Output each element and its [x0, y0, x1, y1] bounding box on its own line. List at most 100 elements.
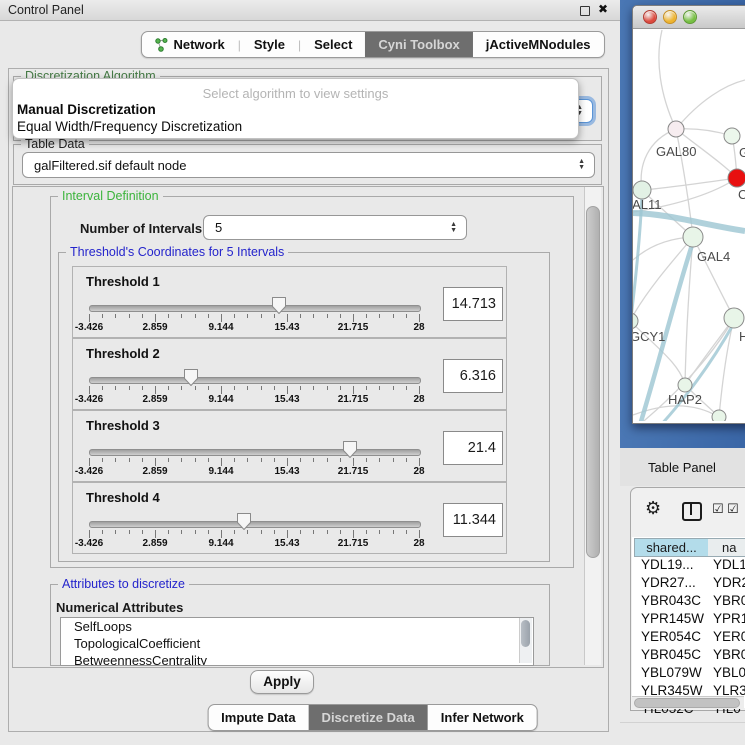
apply-button[interactable]: Apply [250, 670, 314, 694]
table-cell-shared-name[interactable]: YDR27... [641, 575, 705, 590]
dropdown-hint: Select algorithm to view settings [13, 86, 578, 101]
network-node-red-node[interactable] [728, 169, 745, 187]
table-cell-shared-name[interactable]: YBR043C [641, 593, 705, 608]
attributes-scrollbar-thumb[interactable] [521, 620, 530, 647]
network-node-GCY1[interactable] [633, 313, 638, 329]
dropdown-option[interactable]: Equal Width/Frequency Discretization [17, 119, 242, 134]
network-node-label: HAP2 [668, 392, 702, 407]
tab-cyni-toolbox[interactable]: Cyni Toolbox [365, 32, 472, 57]
tab-network[interactable]: Network [141, 32, 237, 57]
column-header-shared[interactable]: shared... [634, 538, 709, 557]
attributes-scrollbar-track[interactable] [519, 618, 532, 663]
control-panel-titlebar [0, 0, 620, 21]
gear-icon[interactable]: ⚙ [645, 498, 661, 519]
table-data-combobox[interactable]: galFiltered.sif default node ▲▼ [22, 152, 595, 178]
tab-infer-network[interactable]: Infer Network [428, 705, 537, 730]
number-of-intervals-spinner[interactable]: 5 ▲▼ [203, 215, 467, 240]
threshold-row: Threshold 3-3.4262.8599.14415.4321.71528… [72, 410, 507, 482]
float-window-icon[interactable] [580, 6, 590, 16]
network-node-node-bottom[interactable] [712, 410, 726, 421]
dropdown-option[interactable]: Manual Discretization [17, 102, 156, 117]
table-cell-name[interactable]: YBR0 [713, 647, 745, 662]
threshold-slider-thumb[interactable] [183, 368, 199, 387]
network-node-GAL80[interactable] [668, 121, 684, 137]
tab-label: Cyni Toolbox [378, 37, 459, 52]
divider [620, 722, 745, 723]
attributes-group-title: Attributes to discretize [58, 577, 189, 591]
threshold-slider-thumb[interactable] [271, 296, 287, 315]
network-canvas[interactable]: GAL80GACGAL11GAL4GCY1HAHAP2 [633, 28, 745, 421]
network-node-GAL4[interactable] [683, 227, 703, 247]
close-icon[interactable]: ✖ [598, 2, 608, 16]
network-edge[interactable] [642, 178, 737, 190]
slider-scale-labels: -3.4262.8599.14415.4321.71528 [89, 394, 420, 406]
threshold-row: Threshold 4 -3.4262.8599.14415.4321.71528… [72, 482, 507, 554]
threshold-value-field[interactable]: 14.713 [443, 287, 503, 321]
tab-label: Discretize Data [322, 710, 415, 725]
column-header-name[interactable]: na [708, 538, 745, 557]
network-node-HAP2[interactable] [678, 378, 692, 392]
interval-definition-title: Interval Definition [58, 189, 163, 203]
top-tab-bar: Network|Style|SelectCyni ToolboxjActiveM… [140, 31, 604, 58]
tab-impute-data[interactable]: Impute Data [208, 705, 308, 730]
tab-label: Infer Network [441, 710, 524, 725]
table-cell-name[interactable]: YBR0 [713, 593, 745, 608]
table-cell-shared-name[interactable]: YPR145W [641, 611, 705, 626]
table-cell-name[interactable]: YDL1 [713, 557, 745, 572]
table-data-title: Table Data [21, 137, 89, 151]
table-cell-shared-name[interactable]: YER054C [641, 629, 705, 644]
threshold-label: Threshold 2 [86, 346, 160, 361]
table-cell-name[interactable]: YDR2 [713, 575, 745, 590]
algorithm-dropdown: Select algorithm to view settings Manual… [12, 78, 579, 139]
threshold-label: Threshold 1 [86, 274, 160, 289]
table-cell-name[interactable]: YPR1 [713, 611, 745, 626]
tab-label: Select [314, 37, 352, 52]
tab-label: Network [173, 37, 224, 52]
threshold-slider-track[interactable] [89, 449, 421, 456]
checkbox-icon[interactable]: ☑ [727, 501, 739, 517]
network-node-label: GAL11 [633, 197, 662, 212]
attribute-list-item[interactable]: BetweennessCentrality [61, 652, 533, 666]
traffic-light-zoom[interactable] [683, 10, 697, 24]
network-edge[interactable] [659, 30, 676, 129]
threshold-label: Threshold 4 [86, 490, 160, 505]
traffic-light-minimize[interactable] [663, 10, 677, 24]
network-node-label: GA [739, 145, 745, 160]
network-edge[interactable] [719, 318, 734, 417]
network-node-H[interactable] [724, 308, 744, 328]
slider-scale-labels: -3.4262.8599.14415.4321.71528 [89, 538, 420, 550]
settings-scrollbar-thumb[interactable] [586, 206, 600, 558]
threshold-value-field[interactable]: 21.4 [443, 431, 503, 465]
tab-label: jActiveMNodules [486, 37, 591, 52]
network-edge[interactable] [641, 129, 676, 190]
tab-label: Style [254, 37, 285, 52]
table-cell-shared-name[interactable]: YBL079W [641, 665, 705, 680]
threshold-value-field[interactable]: 6.316 [443, 359, 503, 393]
threshold-value-field[interactable]: 11.344 [443, 503, 503, 537]
checkbox-icon[interactable]: ☑ [712, 501, 724, 517]
app-screen: Control Panel ✖ Network|Style|SelectCyni… [0, 0, 745, 745]
threshold-slider-thumb[interactable] [342, 440, 358, 459]
table-cell-name[interactable]: YER0 [713, 629, 745, 644]
table-cell-shared-name[interactable]: YDL19... [641, 557, 705, 572]
slider-scale-labels: -3.4262.8599.14415.4321.71528 [89, 322, 420, 334]
table-hscrollbar-thumb[interactable] [634, 698, 740, 708]
table-cell-name[interactable]: YBL0 [713, 665, 745, 680]
tab-discretize-data[interactable]: Discretize Data [309, 705, 428, 730]
tab-jactivemnodules[interactable]: jActiveMNodules [473, 32, 604, 57]
attribute-list-item[interactable]: SelfLoops [61, 618, 533, 635]
tab-select[interactable]: Select [301, 32, 365, 57]
tab-style[interactable]: Style [241, 32, 298, 57]
threshold-slider-track[interactable] [89, 377, 421, 384]
numerical-attributes-list[interactable]: SelfLoopsTopologicalCoefficientBetweenne… [60, 617, 534, 666]
attribute-list-item[interactable]: TopologicalCoefficient [61, 635, 533, 652]
bottom-tab-bar: Impute Data Discretize Data Infer Network [207, 704, 538, 731]
network-edge[interactable] [676, 80, 745, 129]
network-node-GA[interactable] [724, 128, 740, 144]
threshold-slider-thumb[interactable] [236, 512, 252, 531]
threshold-slider-track[interactable] [89, 521, 421, 528]
table-cell-shared-name[interactable]: YBR045C [641, 647, 705, 662]
traffic-light-close[interactable] [643, 10, 657, 24]
split-columns-icon[interactable] [682, 502, 702, 521]
threshold-slider-track[interactable] [89, 305, 421, 312]
